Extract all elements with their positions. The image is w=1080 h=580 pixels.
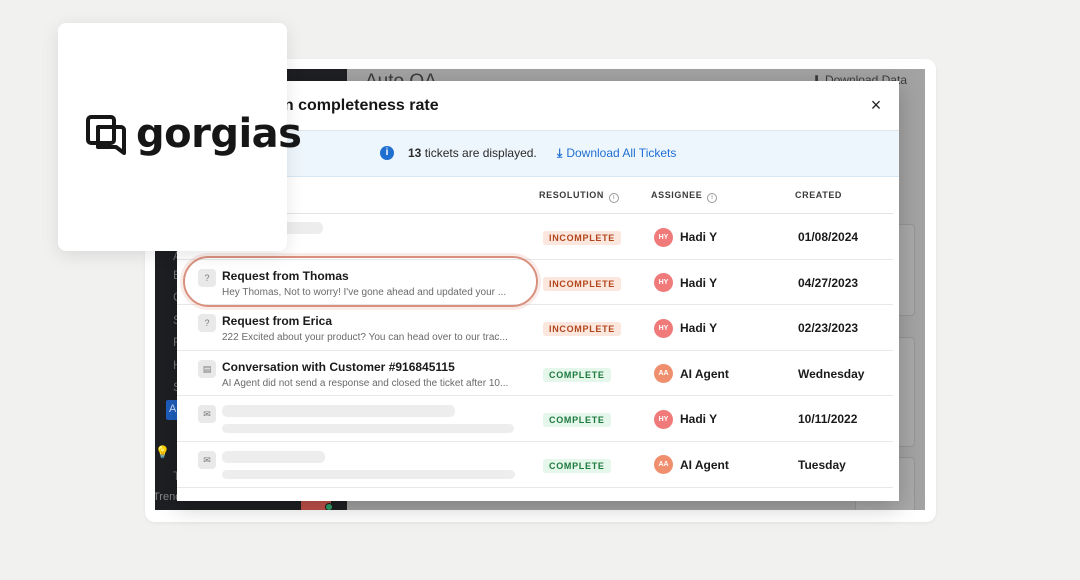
avatar: HY [654, 409, 673, 429]
assignee: HY Hadi Y [654, 227, 717, 247]
info-icon: i [380, 146, 394, 160]
avatar: HY [654, 318, 673, 338]
online-status-dot [325, 503, 333, 510]
help-icon: ? [198, 268, 216, 287]
ticket-preview: AI Agent did not send a response and clo… [222, 377, 509, 389]
column-header-assignee[interactable]: ASSIGNEE i [651, 190, 718, 203]
created-date: 02/23/2023 [798, 321, 859, 336]
avatar: AA [654, 455, 673, 475]
assignee: AA AI Agent [654, 455, 729, 475]
help-icon[interactable]: i [609, 193, 620, 203]
email-icon: ✉ [198, 405, 216, 424]
created-date: 01/08/2024 [798, 230, 859, 244]
ticket-subject[interactable]: Request from Erica [222, 314, 332, 328]
loading-placeholder [222, 424, 514, 434]
assignee-name: AI Agent [680, 366, 729, 381]
column-header-resolution[interactable]: RESOLUTION i [539, 190, 620, 203]
column-header-created[interactable]: CREATED [795, 190, 842, 200]
download-all-tickets-button[interactable]: ⤓ Download All Tickets [557, 146, 676, 161]
ticket-preview: Hey Thomas, Not to worry! I've gone ahea… [222, 286, 507, 298]
resolution-badge: COMPLETE [543, 458, 611, 473]
logo-wordmark: gorgias [136, 111, 302, 157]
assignee: HY Hadi Y [654, 273, 717, 293]
resolution-badge: COMPLETE [543, 367, 611, 382]
ticket-preview: 222 Excited about your product? You can … [222, 332, 508, 344]
resolution-badge: INCOMPLETE [543, 322, 622, 337]
created-date: 10/11/2022 [798, 412, 858, 427]
table-row[interactable]: ▤ Conversation with Customer #916845115 … [177, 351, 893, 397]
table-row[interactable]: ? Request from Erica 222 Excited about y… [177, 305, 893, 351]
ticket-subject[interactable]: Conversation with Customer #916845115 [222, 360, 455, 374]
resolution-badge: COMPLETE [543, 413, 611, 428]
lightbulb-icon: 💡 [155, 445, 170, 459]
assignee-name: Hadi Y [680, 230, 718, 244]
table-row[interactable]: ✉ COMPLETE HY Hadi Y 10/11/2022 [177, 396, 893, 442]
created-date: Wednesday [798, 366, 865, 381]
gorgias-logo-icon [86, 115, 126, 155]
assignee-name: Hadi Y [680, 321, 718, 336]
assignee: AA AI Agent [654, 364, 729, 384]
assignee-name: AI Agent [680, 457, 729, 472]
logo-card: gorgias [58, 23, 302, 251]
help-icon: ? [198, 314, 216, 333]
table-row[interactable]: ✉ COMPLETE AA AI Agent Tuesday [177, 442, 893, 488]
resolution-badge: INCOMPLETE [543, 276, 622, 291]
ticket-subject[interactable]: Request from Thomas [222, 269, 349, 283]
assignee-name: Hadi Y [680, 412, 718, 427]
resolution-badge: INCOMPLETE [543, 231, 622, 245]
created-date: 04/27/2023 [798, 275, 859, 290]
avatar: HY [654, 273, 673, 293]
avatar: AA [654, 364, 673, 384]
assignee: HY Hadi Y [654, 409, 717, 429]
download-icon: ⤓ [557, 146, 563, 160]
avatar: HY [654, 227, 673, 247]
help-icon[interactable]: i [707, 193, 718, 203]
email-icon: ✉ [198, 450, 216, 469]
ticket-count-text: 13 tickets are displayed. [408, 146, 537, 160]
table-row[interactable]: ? Request from Thomas Hey Thomas, Not to… [177, 260, 893, 306]
loading-placeholder [222, 469, 515, 479]
assignee: HY Hadi Y [654, 318, 717, 338]
assignee-name: Hadi Y [680, 275, 718, 290]
ticket-count: 13 [408, 146, 422, 160]
loading-placeholder [222, 450, 325, 463]
chat-icon: ▤ [198, 359, 216, 378]
loading-placeholder [222, 405, 455, 418]
created-date: Tuesday [798, 457, 846, 472]
close-button[interactable]: × [867, 96, 885, 114]
